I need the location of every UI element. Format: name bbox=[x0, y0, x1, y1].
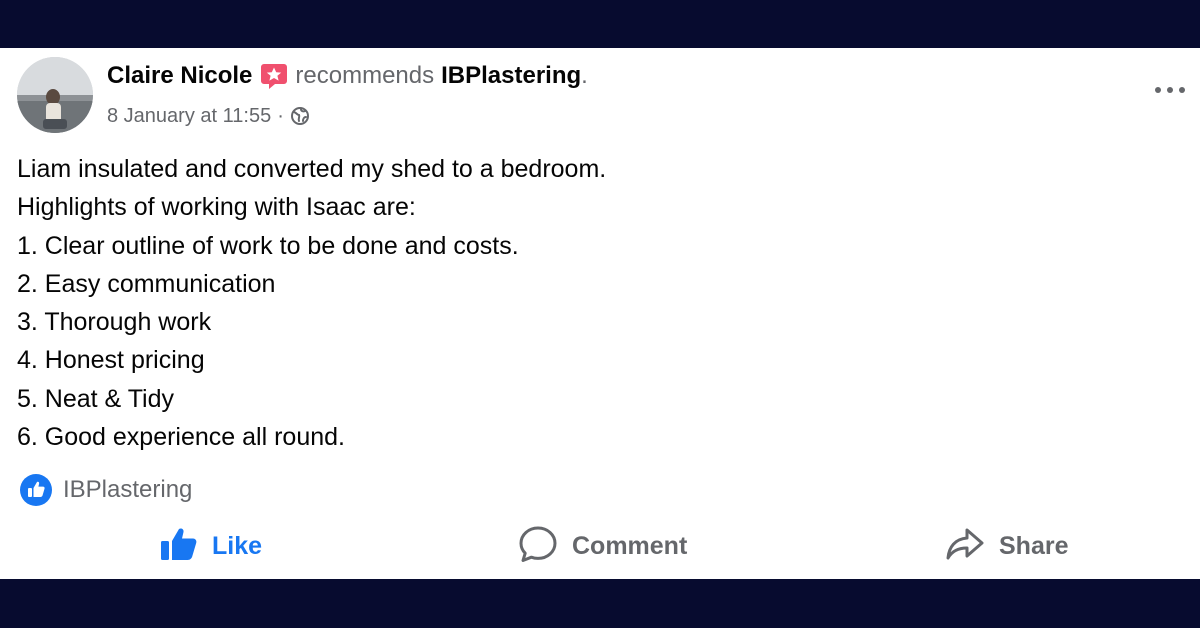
comment-button[interactable]: Comment bbox=[518, 526, 687, 566]
avatar[interactable] bbox=[17, 57, 93, 133]
post-meta: 8 January at 11:55 · bbox=[107, 102, 310, 130]
meta-separator: · bbox=[277, 104, 284, 127]
comment-bubble-icon bbox=[518, 525, 558, 568]
recommends-text: recommends bbox=[295, 62, 435, 89]
recommendation-star-icon bbox=[259, 61, 289, 91]
post-body-line: Highlights of working with Isaac are: bbox=[17, 193, 416, 222]
more-dot bbox=[1155, 87, 1161, 93]
avatar-photo bbox=[17, 57, 93, 133]
post-body-line: 4. Honest pricing bbox=[17, 346, 205, 375]
share-label: Share bbox=[999, 531, 1069, 560]
thumbs-up-icon bbox=[160, 526, 198, 567]
more-dot bbox=[1167, 87, 1173, 93]
like-reaction-icon bbox=[20, 474, 52, 506]
post-body-line: 3. Thorough work bbox=[17, 308, 212, 337]
post-header: Claire Nicole recommends IBPlastering . bbox=[107, 60, 588, 92]
like-label: Like bbox=[212, 531, 263, 560]
like-button[interactable]: Like bbox=[160, 526, 262, 566]
header-trailing-dot: . bbox=[581, 62, 588, 89]
more-dot bbox=[1179, 87, 1185, 93]
globe-icon[interactable] bbox=[290, 106, 310, 126]
post-body-line: 5. Neat & Tidy bbox=[17, 384, 175, 413]
post-body-line: 1. Clear outline of work to be done and … bbox=[17, 231, 519, 260]
share-button[interactable]: Share bbox=[945, 526, 1068, 566]
more-horizontal-icon[interactable] bbox=[1152, 78, 1188, 102]
author-name[interactable]: Claire Nicole bbox=[107, 62, 252, 90]
action-bar: Like Comment Share bbox=[0, 526, 1200, 566]
post-timestamp[interactable]: 8 January at 11:55 bbox=[107, 105, 271, 128]
post-body-line: 2. Easy communication bbox=[17, 269, 276, 298]
post-body-line: 6. Good experience all round. bbox=[17, 423, 345, 452]
post-body-line: Liam insulated and converted my shed to … bbox=[17, 155, 607, 183]
reaction-page-name[interactable]: IBPlastering bbox=[63, 476, 192, 504]
share-arrow-icon bbox=[945, 526, 985, 567]
post-body: Liam insulated and converted my shed to … bbox=[17, 150, 1167, 456]
reaction-summary[interactable]: IBPlastering bbox=[20, 474, 192, 506]
comment-label: Comment bbox=[572, 531, 688, 560]
page-name-link[interactable]: IBPlastering bbox=[441, 62, 581, 90]
